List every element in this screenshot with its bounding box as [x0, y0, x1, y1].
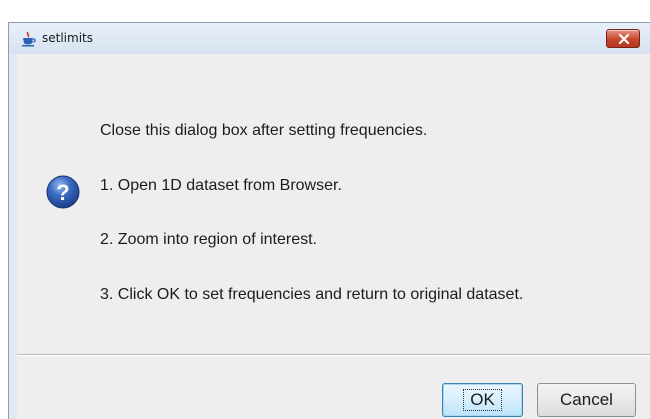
java-cup-icon [21, 31, 36, 47]
dialog-content: ? Close this dialog box after setting fr… [17, 54, 650, 419]
cancel-button-label: Cancel [560, 390, 613, 409]
ok-button[interactable]: OK [442, 383, 523, 417]
message-step-3: 3. Click OK to set frequencies and retur… [100, 286, 524, 303]
cancel-button[interactable]: Cancel [537, 383, 636, 417]
close-x-icon [618, 34, 630, 44]
close-button[interactable] [606, 29, 640, 48]
svg-text:?: ? [56, 180, 69, 205]
title-bar[interactable]: setlimits [9, 23, 650, 54]
ok-button-label: OK [463, 389, 502, 411]
window-title: setlimits [42, 31, 93, 45]
button-divider [17, 354, 650, 356]
message-step-2: 2. Zoom into region of interest. [100, 231, 317, 248]
message-step-1: 1. Open 1D dataset from Browser. [100, 177, 342, 194]
message-intro: Close this dialog box after setting freq… [100, 122, 428, 139]
question-icon: ? [46, 175, 80, 209]
dialog-window: setlimits ? Close this dialog box after … [8, 22, 650, 419]
